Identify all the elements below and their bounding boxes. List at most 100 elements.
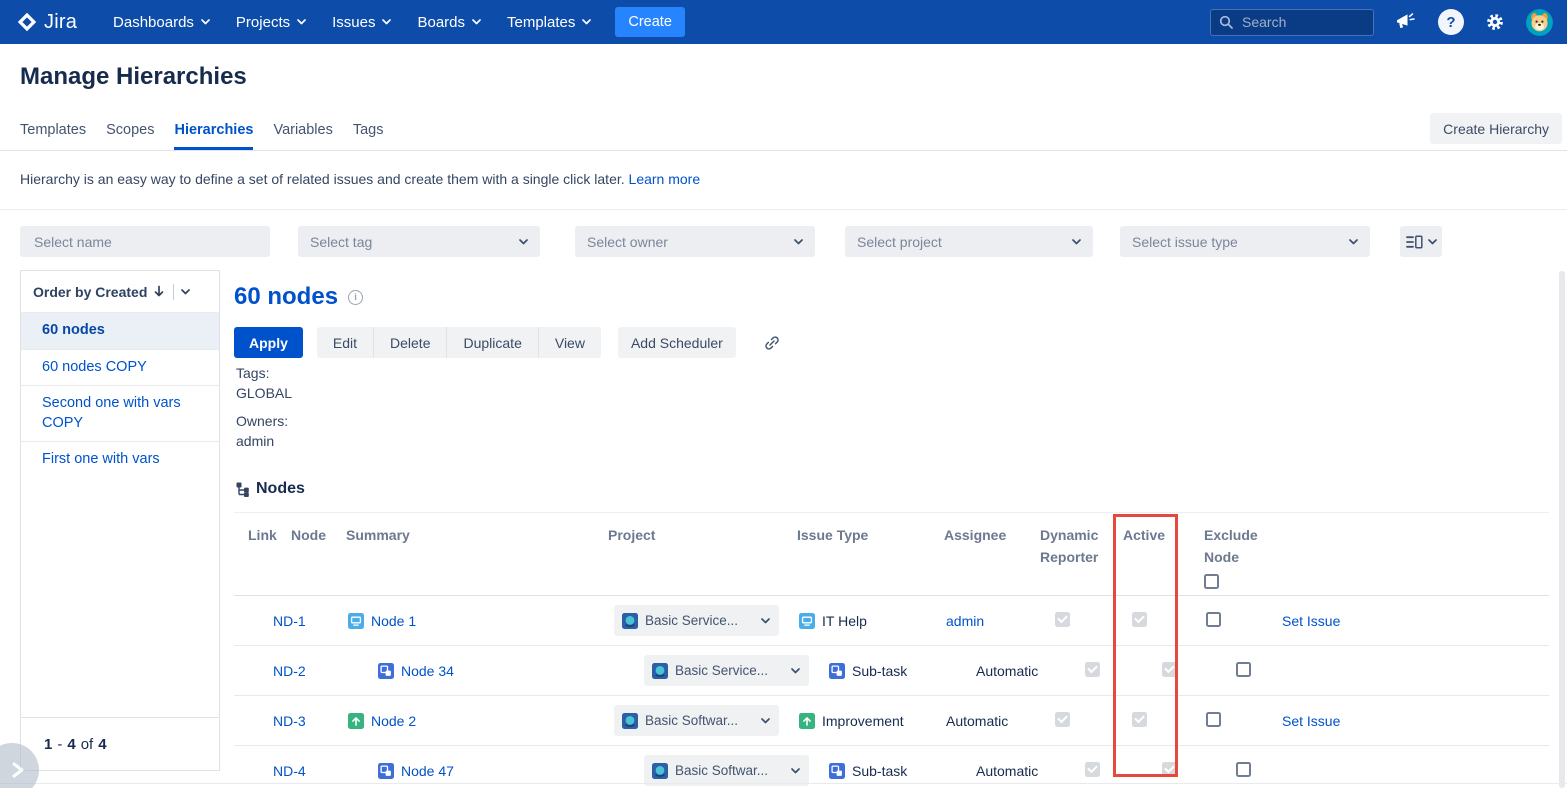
assignee-link[interactable]: admin — [946, 613, 984, 629]
create-button[interactable]: Create — [615, 7, 685, 37]
project-dropdown[interactable]: Basic Softwar... — [644, 755, 809, 786]
sidebar-item-60-nodes[interactable]: 60 nodes — [21, 312, 219, 349]
node-key-link[interactable]: ND-2 — [273, 663, 306, 679]
node-key-link[interactable]: ND-3 — [273, 713, 306, 729]
exclude-node-checkbox[interactable] — [1236, 762, 1251, 777]
sidebar-item-60-nodes-copy[interactable]: 60 nodes COPY — [21, 349, 219, 386]
filter-select-project[interactable]: Select project — [845, 226, 1093, 257]
filter-select-tag[interactable]: Select tag — [298, 226, 540, 257]
learn-more-link[interactable]: Learn more — [629, 171, 701, 187]
node-summary-link[interactable]: Node 1 — [371, 613, 416, 629]
chevron-down-icon — [761, 618, 770, 624]
action-button-group: EditDeleteDuplicateView — [317, 327, 601, 358]
exclude-node-checkbox[interactable] — [1206, 712, 1221, 727]
user-avatar[interactable] — [1526, 9, 1553, 36]
search-box[interactable] — [1210, 9, 1374, 36]
filter-select-owner[interactable]: Select owner — [575, 226, 815, 257]
help-icon[interactable] — [1438, 9, 1464, 35]
project-dropdown[interactable]: Basic Service... — [644, 655, 809, 686]
megaphone-icon[interactable] — [1395, 12, 1417, 32]
tab-variables[interactable]: Variables — [273, 122, 332, 150]
col-header-label: Project — [608, 527, 655, 543]
summary-cell: Node 1 — [346, 613, 610, 629]
apply-button[interactable]: Apply — [234, 327, 303, 358]
hierarchy-detail-header: 60 nodes — [234, 283, 363, 311]
tab-scopes[interactable]: Scopes — [106, 122, 154, 150]
col-header-dynamic-reporter: Dynamic Reporter — [1040, 524, 1123, 595]
set-issue-link[interactable]: Set Issue — [1282, 713, 1340, 729]
create-hierarchy-button[interactable]: Create Hierarchy — [1430, 113, 1562, 144]
node-summary-link[interactable]: Node 2 — [371, 713, 416, 729]
nav-right — [1210, 9, 1553, 36]
project-dropdown[interactable]: Basic Softwar... — [614, 705, 779, 736]
node-summary-link[interactable]: Node 34 — [401, 663, 454, 679]
pagination-of: of — [81, 736, 94, 753]
improvement-icon — [348, 713, 364, 729]
issue-type-label: Sub-task — [852, 763, 907, 779]
exclude-all-checkbox[interactable] — [1204, 574, 1219, 589]
tab-templates[interactable]: Templates — [20, 122, 86, 150]
jira-logo[interactable]: Jira — [17, 11, 77, 34]
duplicate-button[interactable]: Duplicate — [446, 327, 537, 358]
hierarchy-title: 60 nodes — [234, 283, 338, 311]
tab-hierarchies[interactable]: Hierarchies — [174, 122, 253, 150]
order-by-control[interactable]: Order by Created — [21, 271, 219, 312]
info-icon[interactable] — [348, 290, 363, 305]
filter-select-label: Select owner — [587, 234, 668, 250]
table-body: ND-1Node 1Basic Service...IT HelpadminSe… — [234, 596, 1549, 788]
tab-tags[interactable]: Tags — [353, 122, 384, 150]
col-header-actions — [1280, 524, 1549, 595]
nav-item-dashboards[interactable]: Dashboards — [113, 14, 210, 31]
project-avatar-icon — [622, 613, 638, 629]
add-scheduler-button[interactable]: Add Scheduler — [618, 327, 736, 358]
issue-type-label: Sub-task — [852, 663, 907, 679]
view-toggle-button[interactable] — [1400, 226, 1442, 257]
pagination-start: 1 — [44, 736, 52, 753]
chevron-down-icon — [519, 239, 528, 245]
project-dropdown-label: Basic Softwar... — [675, 763, 784, 778]
col-header-label: Exclude Node — [1204, 527, 1258, 565]
nav-item-projects[interactable]: Projects — [236, 14, 306, 31]
node-key-link[interactable]: ND-1 — [273, 613, 306, 629]
sidebar-item-second-one-with-vars-copy[interactable]: Second one with vars COPY — [21, 385, 219, 441]
sidebar-item-first-one-with-vars[interactable]: First one with vars — [21, 441, 219, 478]
nav-item-boards[interactable]: Boards — [417, 14, 481, 31]
project-dropdown[interactable]: Basic Service... — [614, 605, 779, 636]
it-help-icon — [799, 613, 815, 629]
nav-item-templates[interactable]: Templates — [507, 14, 591, 31]
set-issue-link[interactable]: Set Issue — [1282, 613, 1340, 629]
filter-select-issue-type[interactable]: Select issue type — [1120, 226, 1370, 257]
order-chevron-icon[interactable] — [181, 289, 190, 295]
chevron-down-icon — [201, 19, 210, 25]
nav-item-issues[interactable]: Issues — [332, 14, 391, 31]
edit-button[interactable]: Edit — [317, 327, 373, 358]
table-row: ND-4Node 47Basic Softwar...Sub-taskAutom… — [234, 746, 1549, 788]
settings-icon[interactable] — [1485, 12, 1505, 32]
link-icon[interactable] — [763, 334, 781, 352]
view-button[interactable]: View — [538, 327, 601, 358]
node-cell: ND-4 — [273, 763, 346, 779]
select-name-input[interactable] — [32, 233, 258, 251]
nodes-heading-label: Nodes — [256, 480, 305, 498]
delete-button[interactable]: Delete — [373, 327, 446, 358]
select-name-field[interactable] — [20, 226, 270, 257]
order-separator — [173, 284, 174, 300]
node-key-link[interactable]: ND-4 — [273, 763, 306, 779]
nav-item-label: Templates — [507, 14, 575, 31]
exclude-node-checkbox[interactable] — [1206, 612, 1221, 627]
nav-item-label: Dashboards — [113, 14, 194, 31]
col-header-summary: Summary — [346, 524, 608, 595]
search-input[interactable] — [1240, 13, 1362, 31]
sort-direction-icon[interactable] — [154, 285, 164, 298]
vertical-scrollbar[interactable] — [1559, 271, 1565, 788]
col-header-assignee: Assignee — [944, 524, 1040, 595]
filter-select-label: Select tag — [310, 234, 372, 250]
summary-cell: Node 47 — [346, 763, 640, 779]
col-header-exclude-node: Exclude Node — [1200, 524, 1280, 595]
issue-type-cell: Sub-task — [829, 663, 976, 679]
exclude-node-checkbox[interactable] — [1236, 662, 1251, 677]
node-summary-link[interactable]: Node 47 — [401, 763, 454, 779]
description-text: Hierarchy is an easy way to define a set… — [20, 171, 625, 187]
exclude-node-cell — [1232, 762, 1312, 780]
project-cell: Basic Softwar... — [610, 705, 799, 736]
